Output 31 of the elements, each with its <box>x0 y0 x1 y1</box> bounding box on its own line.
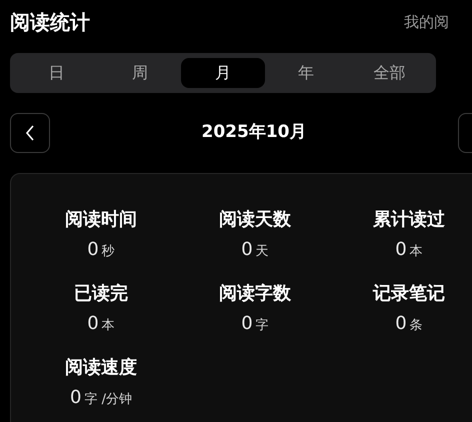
page-title: 阅读统计 <box>10 9 90 36</box>
period-tab[interactable]: 周 <box>98 58 182 88</box>
stat-unit: 字 <box>256 317 269 335</box>
stat-unit: 本 <box>102 317 115 335</box>
period-tab[interactable]: 日 <box>15 58 98 88</box>
stat-label: 记录笔记 <box>373 282 445 306</box>
stat-unit: 秒 <box>102 243 115 261</box>
stat-unit: 条 <box>410 317 423 335</box>
stat-value: 0 <box>241 312 253 336</box>
chevron-left-icon <box>25 125 35 141</box>
stat-label: 累计读过 <box>373 208 445 232</box>
stat-label: 阅读天数 <box>219 208 291 232</box>
my-reading-link[interactable]: 我的阅 <box>404 10 472 34</box>
stat-label: 已读完 <box>74 282 128 306</box>
period-tab[interactable]: 年 <box>264 58 348 88</box>
stat-label: 阅读速度 <box>65 356 137 380</box>
stat-unit: 本 <box>410 243 423 261</box>
stat-value: 0 <box>87 312 99 336</box>
period-tab[interactable]: 月 <box>181 58 265 88</box>
stat-value: 0 <box>241 238 253 262</box>
stat-unit: 天 <box>256 243 269 261</box>
stat-value: 0 <box>87 238 99 262</box>
stat-value: 0 <box>70 386 82 410</box>
period-label: 2025年10月 <box>200 121 308 144</box>
period-tab[interactable]: 全部 <box>348 58 432 88</box>
stat-value: 0 <box>395 238 407 262</box>
stat-label: 阅读字数 <box>219 282 291 306</box>
previous-button[interactable] <box>10 113 50 153</box>
stat-label: 阅读时间 <box>65 208 137 232</box>
stat-unit: 字 /分钟 <box>84 391 132 409</box>
stat-value: 0 <box>395 312 407 336</box>
